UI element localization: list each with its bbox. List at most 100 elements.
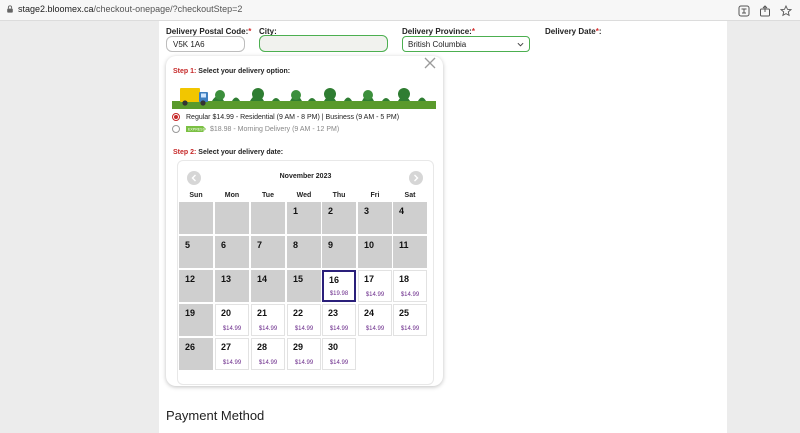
weekday-header: Tue xyxy=(262,192,274,199)
calendar-day-unavailable: 10 xyxy=(358,236,392,268)
express-badge-label: EXPRESS xyxy=(188,128,206,132)
calendar-day-number: 25 xyxy=(399,308,410,318)
radio-morning[interactable] xyxy=(172,125,180,133)
step2-heading: Step 2: Select your delivery date: xyxy=(173,149,283,156)
calendar-day-price: $14.99 xyxy=(400,292,420,298)
calendar-day-unavailable: 11 xyxy=(393,236,427,268)
calendar-day-number: 10 xyxy=(364,240,375,250)
address-bar[interactable]: stage2.bloomex.ca/checkout-onepage/?chec… xyxy=(6,4,242,14)
calendar-day-unavailable: 19 xyxy=(179,304,213,336)
calendar-day-number: 7 xyxy=(257,240,263,250)
calendar-day-number: 6 xyxy=(221,240,227,250)
calendar-month: November 2023 xyxy=(279,173,332,180)
star-icon[interactable] xyxy=(779,4,793,17)
express-badge-icon: EXPRESS xyxy=(186,126,206,132)
province-label-text: Delivery Province: xyxy=(402,27,472,36)
payment-method-heading: Payment Method xyxy=(166,408,265,423)
calendar-day-number: 8 xyxy=(293,240,299,250)
chevron-down-icon xyxy=(517,42,524,47)
calendar-day-available[interactable]: 18 $14.99 xyxy=(393,270,427,302)
calendar-day-number: 18 xyxy=(399,274,410,284)
province-select-value: British Columbia xyxy=(408,40,467,49)
calendar-day-available[interactable]: 24 $14.99 xyxy=(358,304,392,336)
weekday-header: Sun xyxy=(189,192,203,199)
calendar-day-number: 13 xyxy=(221,274,232,284)
url-host: stage2.bloomex.ca xyxy=(18,4,94,14)
calendar-day-unavailable: 26 xyxy=(179,338,213,370)
calendar-day-price: $14.99 xyxy=(365,326,385,332)
calendar-day-available[interactable]: 28 $14.99 xyxy=(251,338,285,370)
calendar-day-available[interactable]: 30 $14.99 xyxy=(322,338,356,370)
calendar-day-unavailable xyxy=(179,202,213,234)
calendar-day-number: 15 xyxy=(293,274,304,284)
calendar-day-price: $14.99 xyxy=(329,360,349,366)
weekday-header: Thu xyxy=(332,192,346,199)
province-select[interactable]: British Columbia xyxy=(402,36,530,52)
delivery-date-label: Delivery Date*: xyxy=(545,27,602,36)
calendar-day-price: $19.98 xyxy=(329,291,349,297)
calendar-day-unavailable: 14 xyxy=(251,270,285,302)
calendar-day-unavailable: 7 xyxy=(251,236,285,268)
next-month-button[interactable] xyxy=(409,171,423,185)
option-morning-text: $18.98 - Morning Delivery (9 AM - 12 PM) xyxy=(210,125,340,133)
calendar-day-available[interactable]: 20 $14.99 xyxy=(215,304,249,336)
share-icon[interactable] xyxy=(759,4,771,17)
calendar-day-available[interactable]: 21 $14.99 xyxy=(251,304,285,336)
url-path: /checkout-onepage/?checkoutStep=2 xyxy=(93,4,243,14)
calendar-day-number: 20 xyxy=(221,308,232,318)
step1-number: Step 1: xyxy=(173,68,197,75)
calendar-day-number: 3 xyxy=(364,206,370,216)
calendar-day-number: 1 xyxy=(293,206,299,216)
calendar-day-price: $14.99 xyxy=(222,360,242,366)
option-regular[interactable]: Regular $14.99 - Residential (9 AM - 8 P… xyxy=(172,113,399,121)
calendar-day-number: 27 xyxy=(221,342,232,352)
calendar-day-number: 4 xyxy=(399,206,405,216)
step1-heading: Step 1: Select your delivery option: xyxy=(173,68,290,75)
required-mark: * xyxy=(471,27,475,36)
calendar-day-number: 24 xyxy=(364,308,375,318)
postal-code-input[interactable]: V5K 1A6 xyxy=(166,36,245,52)
postal-code-label-text: Delivery Postal Code: xyxy=(166,27,249,36)
calendar-day-unavailable: 12 xyxy=(179,270,213,302)
calendar-day-number: 16 xyxy=(329,275,340,285)
label-colon: : xyxy=(598,27,602,36)
calendar-day-price: $14.99 xyxy=(294,326,314,332)
calendar-day-number: 19 xyxy=(185,308,196,318)
step1-text: Select your delivery option: xyxy=(198,68,291,75)
calendar-day-unavailable: 2 xyxy=(322,202,356,234)
calendar-day-price: $14.99 xyxy=(294,360,314,366)
calendar-day-unavailable: 6 xyxy=(215,236,249,268)
close-icon[interactable] xyxy=(424,57,436,69)
postal-code-label: Delivery Postal Code:* xyxy=(166,27,251,36)
calendar-day-price: $14.99 xyxy=(400,326,420,332)
calendar-day-number: 23 xyxy=(328,308,339,318)
calendar-day-available[interactable]: 25 $14.99 xyxy=(393,304,427,336)
step2-text: Select your delivery date: xyxy=(198,149,284,156)
calendar-day-unavailable: 5 xyxy=(179,236,213,268)
calendar-day-available[interactable]: 22 $14.99 xyxy=(287,304,321,336)
calendar-day-number: 30 xyxy=(328,342,339,352)
delivery-truck-banner xyxy=(172,88,436,109)
calendar-day-unavailable: 8 xyxy=(287,236,321,268)
translate-icon[interactable] xyxy=(738,4,750,17)
calendar-day-available[interactable]: 16 $19.98 xyxy=(322,270,356,302)
weekday-header: Fri xyxy=(370,192,380,199)
delivery-popup: Step 1: Select your delivery option: Reg… xyxy=(166,56,443,386)
calendar-day-available[interactable]: 23 $14.99 xyxy=(322,304,356,336)
calendar-day-available[interactable]: 17 $14.99 xyxy=(358,270,392,302)
calendar-day-number: 12 xyxy=(185,274,196,284)
city-input[interactable] xyxy=(259,35,388,52)
calendar-day-available[interactable]: 27 $14.99 xyxy=(215,338,249,370)
delivery-date-label-text: Delivery Date xyxy=(545,27,596,36)
calendar-day-unavailable: 4 xyxy=(393,202,427,234)
calendar-day-price: $14.99 xyxy=(258,326,278,332)
calendar-day-unavailable: 15 xyxy=(287,270,321,302)
radio-regular[interactable] xyxy=(172,113,180,121)
calendar-day-available[interactable]: 29 $14.99 xyxy=(287,338,321,370)
calendar-day-number: 11 xyxy=(399,240,409,250)
calendar-day-number: 14 xyxy=(257,274,268,284)
lock-icon xyxy=(7,5,13,13)
option-morning[interactable]: EXPRESS $18.98 - Morning Delivery (9 AM … xyxy=(172,125,339,133)
calendar-day-number: 21 xyxy=(257,308,268,318)
step2-number: Step 2: xyxy=(173,149,197,156)
